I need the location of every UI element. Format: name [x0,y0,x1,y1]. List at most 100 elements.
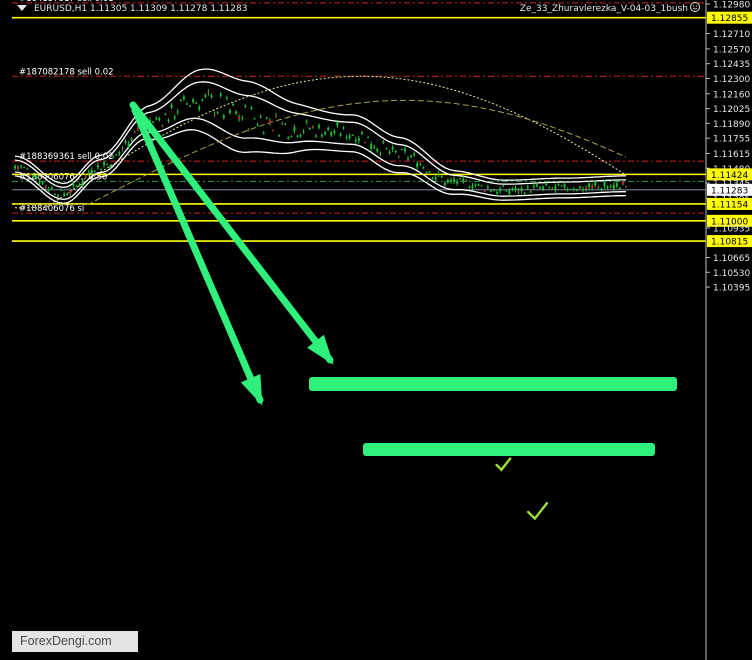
candle-body [308,128,311,130]
candle-body [96,165,99,168]
candle-body [130,138,133,141]
candle-body [333,131,336,134]
candle-body [93,171,96,173]
candle-body [615,183,618,187]
candle-body [265,117,268,119]
candle-body [474,184,477,186]
candle-body [539,187,542,189]
candle-body [588,183,591,188]
candle-body [314,135,317,137]
candle-body [625,186,627,188]
candle-body [483,190,486,192]
price-tick-label: 1.10395 [713,284,750,294]
price-tick-label: 1.10935 [713,224,750,234]
price-label-highlight: 1.10815 [711,238,748,248]
arrow-shaft [131,106,264,404]
symbol-info: EURUSD,H1 1.11305 1.11309 1.11278 1.1128… [34,4,247,14]
candle-body [72,183,75,186]
candle-body [179,99,182,101]
candle-body [311,126,314,128]
candle-body [416,163,419,168]
candle-body [66,193,69,195]
candle-body [47,189,50,191]
candle-body [354,139,357,142]
candle-body [241,117,244,119]
candle-body [582,189,585,191]
candle-body [545,183,548,186]
candle-body [247,129,250,131]
candle-body [397,156,400,158]
settings-smiley-icon[interactable] [690,2,700,12]
annotations [129,101,677,521]
candle-body [216,112,219,114]
order-label: #188369361 sell 0.02 [19,152,114,162]
candle-body [446,180,449,183]
candle-body [403,148,406,152]
candle-body [422,167,425,169]
candle-body [612,184,615,189]
price-tick-label: 1.12710 [713,30,750,40]
candle-body [176,111,179,113]
candle-body [26,168,29,170]
candle-body [336,122,339,126]
candle-body [198,106,201,110]
candle-body [317,125,320,128]
candle-body [606,186,609,189]
candle-body [360,132,363,134]
candle-body [425,172,428,174]
resistance-zone [309,377,677,391]
candle-body [456,181,459,184]
candle-body [382,141,385,143]
candle-body [517,190,520,192]
candle-body [373,146,376,148]
price-chart: #184137317 sell 0.01#187082178 sell 0.02… [12,0,752,660]
candle-body [459,178,462,180]
candle-body [158,118,161,121]
candle-body [499,188,502,192]
candle-body [603,182,606,187]
candle-body [324,132,327,135]
candle-body [112,156,115,158]
candle-body [440,176,443,178]
candle-body [339,133,342,136]
candle-body [189,105,192,107]
candle-body [600,188,603,191]
candle-body [41,182,44,184]
candle-body [195,102,198,104]
candle-body [492,189,495,191]
candle-body [121,148,124,150]
candle-body [256,124,259,126]
candle-body [410,155,413,157]
candle-body [597,186,600,188]
candle-body [465,180,468,182]
candle-body [609,186,612,188]
candle-body [407,158,410,160]
candle-body [219,93,222,96]
candle-body [60,189,63,191]
candle-body [32,175,35,178]
candle-body [379,153,382,155]
indicator-title: Ze_33_Zhuravlerezka_V-04-03_1bush [520,4,688,14]
candle-body [468,186,471,188]
candle-body [161,125,164,127]
candle-body [489,190,492,192]
order-lines: #184137317 sell 0.01#187082178 sell 0.02… [12,0,706,214]
candle-body [173,116,176,119]
candle-body [213,113,216,115]
candle-body [299,134,302,137]
candle-body [419,163,422,165]
candle-body [152,121,155,123]
candle-body [284,123,287,125]
candle-body [115,154,118,156]
candle-body [182,96,185,100]
candle-body [81,181,84,186]
price-tick-label: 1.10665 [713,254,750,264]
candle-body [23,167,26,169]
candle-body [348,135,351,139]
candle-body [20,166,23,168]
candle-body [437,173,440,175]
price-tick-label: 1.12980 [713,1,750,11]
collapse-arrow-icon[interactable] [17,5,27,11]
candle-body [35,176,38,178]
candle-body [155,117,158,120]
